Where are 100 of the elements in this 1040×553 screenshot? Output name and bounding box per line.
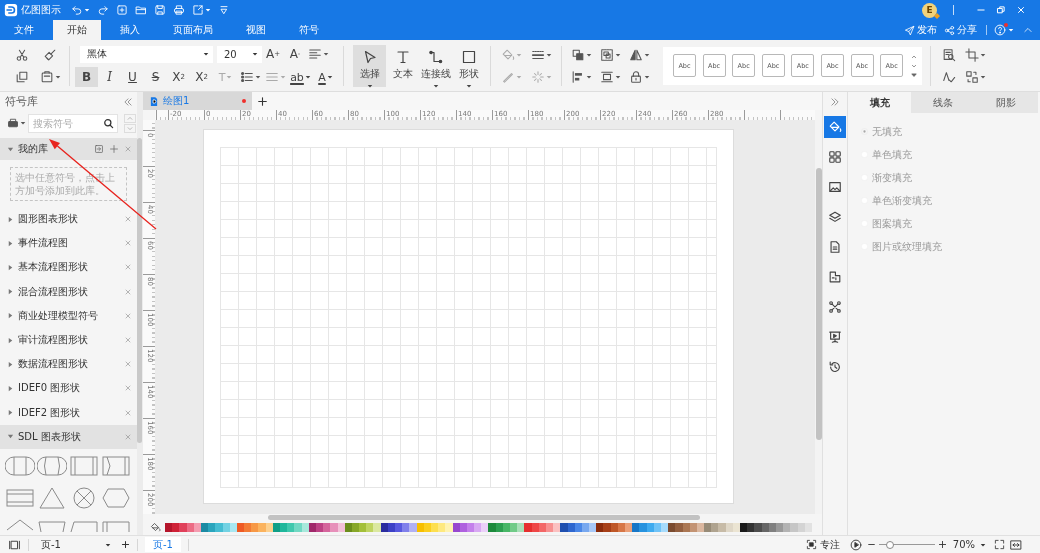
- check-mark-icon[interactable]: [942, 69, 956, 84]
- caret-icon[interactable]: [433, 82, 439, 89]
- stadium-shape[interactable]: [5, 453, 35, 478]
- close-icon[interactable]: [124, 145, 132, 153]
- color-swatch[interactable]: [172, 523, 180, 532]
- color-swatch[interactable]: [704, 523, 712, 532]
- plus-square-icon[interactable]: [116, 4, 128, 16]
- scrollbar-thumb[interactable]: [816, 168, 822, 440]
- color-swatch[interactable]: [287, 523, 295, 532]
- curved-stadium-shape[interactable]: [37, 453, 67, 478]
- close-icon[interactable]: [124, 408, 132, 417]
- color-swatch[interactable]: [560, 523, 568, 532]
- overlapping-squares-icon[interactable]: [571, 47, 585, 62]
- color-swatch[interactable]: [402, 523, 410, 532]
- plus-icon[interactable]: [937, 540, 947, 549]
- triangle-right-icon[interactable]: [7, 360, 14, 368]
- library-header[interactable]: IDEF0 图形状: [0, 376, 137, 401]
- color-swatch[interactable]: [251, 523, 259, 532]
- connector-tool-button[interactable]: 连接线: [419, 44, 452, 87]
- fullscreen-icon[interactable]: [994, 539, 1005, 550]
- user-avatar[interactable]: E: [922, 2, 937, 18]
- triangle-right-icon[interactable]: [7, 215, 14, 223]
- plus-icon[interactable]: [121, 540, 130, 549]
- caret-down-icon[interactable]: [218, 4, 230, 16]
- library-header[interactable]: 数据流程图形状: [0, 352, 137, 377]
- color-swatch[interactable]: [689, 523, 697, 532]
- library-header[interactable]: SDL 图表形状: [0, 424, 137, 449]
- chevron-up-icon[interactable]: [124, 113, 136, 123]
- shrink-font-button[interactable]: A$^{-}$: [284, 44, 306, 64]
- scroll-up-icon[interactable]: [911, 53, 917, 60]
- paint-bucket-icon[interactable]: [824, 116, 846, 138]
- document-search-icon[interactable]: [942, 47, 956, 62]
- color-swatch[interactable]: [445, 523, 453, 532]
- color-swatch[interactable]: [682, 523, 690, 532]
- caret-icon[interactable]: [615, 51, 621, 58]
- close-icon[interactable]: [124, 311, 132, 320]
- color-swatch[interactable]: [265, 523, 273, 532]
- color-swatch[interactable]: [337, 523, 345, 532]
- close-icon[interactable]: [124, 360, 132, 369]
- color-swatch[interactable]: [754, 523, 762, 532]
- color-swatch[interactable]: [373, 523, 381, 532]
- color-swatch[interactable]: [452, 523, 460, 532]
- scroll-down-icon[interactable]: [911, 62, 917, 69]
- help-icon[interactable]: [994, 24, 1006, 36]
- search-field[interactable]: 搜索符号: [28, 113, 118, 133]
- distribute-icon[interactable]: [600, 69, 614, 84]
- caret-icon[interactable]: [466, 82, 472, 89]
- strikethrough-button[interactable]: S: [144, 67, 167, 87]
- color-swatch[interactable]: [675, 523, 683, 532]
- swap-squares-icon[interactable]: [964, 69, 979, 84]
- paint-bucket-icon[interactable]: [150, 522, 161, 533]
- color-swatch[interactable]: [646, 523, 654, 532]
- color-swatch[interactable]: [244, 523, 252, 532]
- color-swatch[interactable]: [481, 523, 489, 532]
- zoom-select[interactable]: 70%: [952, 539, 986, 550]
- page-view-icon[interactable]: [8, 538, 21, 551]
- color-swatch[interactable]: [668, 523, 676, 532]
- caret-icon[interactable]: [644, 73, 650, 80]
- color-swatch[interactable]: [761, 523, 769, 532]
- caret-icon[interactable]: [586, 51, 592, 58]
- color-swatch[interactable]: [797, 523, 805, 532]
- pentagon-shape[interactable]: [5, 517, 35, 532]
- focus-button[interactable]: 专注: [805, 537, 840, 552]
- crop-icon[interactable]: [964, 47, 979, 62]
- restore-icon[interactable]: [996, 5, 1006, 15]
- triangle-shape[interactable]: [37, 485, 67, 510]
- color-swatch[interactable]: [545, 523, 554, 532]
- close-icon[interactable]: [124, 263, 132, 272]
- caret-icon[interactable]: [203, 51, 209, 57]
- color-swatch[interactable]: [740, 523, 748, 532]
- color-swatch[interactable]: [804, 523, 812, 532]
- radio-icon[interactable]: [861, 128, 868, 135]
- caret-icon[interactable]: [54, 73, 61, 80]
- caret-icon[interactable]: [304, 74, 311, 80]
- font-select[interactable]: 黑体: [80, 45, 213, 63]
- caret-icon[interactable]: [105, 541, 111, 548]
- color-swatch[interactable]: [581, 523, 590, 532]
- library-header[interactable]: 商业处理模型符号: [0, 303, 137, 328]
- color-swatch[interactable]: [531, 523, 539, 532]
- bold-button[interactable]: B: [75, 67, 98, 87]
- color-swatch[interactable]: [502, 523, 510, 532]
- color-swatch[interactable]: [718, 523, 726, 532]
- caret-icon[interactable]: [586, 73, 592, 80]
- double-chevron-right-icon[interactable]: [830, 97, 840, 107]
- double-chevron-left-icon[interactable]: [123, 96, 133, 107]
- color-swatch[interactable]: [524, 523, 532, 532]
- close-icon[interactable]: [124, 432, 132, 441]
- briefcase-icon[interactable]: [7, 117, 19, 129]
- color-swatch[interactable]: [589, 523, 597, 532]
- caret-icon[interactable]: [979, 73, 986, 80]
- color-swatch[interactable]: [416, 523, 424, 532]
- color-swatch[interactable]: [711, 523, 719, 532]
- color-swatch[interactable]: [725, 523, 733, 532]
- color-swatch[interactable]: [186, 523, 194, 532]
- highlight-button[interactable]: ab: [288, 67, 313, 87]
- menu-tab[interactable]: 页面布局: [159, 20, 227, 40]
- color-swatch[interactable]: [359, 523, 367, 532]
- caret-icon[interactable]: [980, 541, 986, 548]
- caret-icon[interactable]: [20, 120, 26, 126]
- undo-icon[interactable]: [71, 4, 83, 16]
